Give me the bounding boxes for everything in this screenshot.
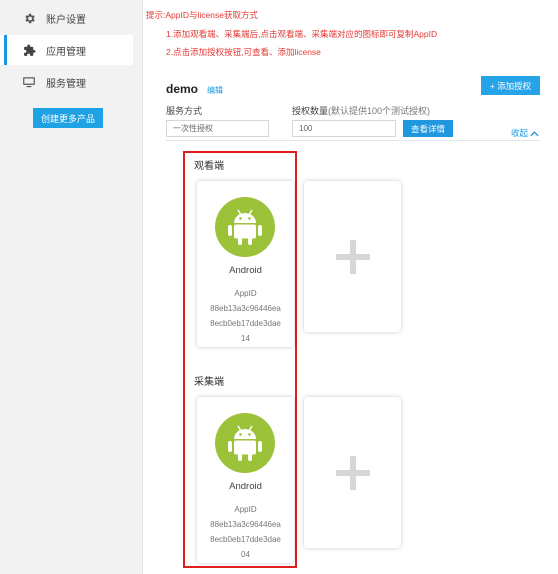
sidebar: 账户设置 应用管理 服务管理 创建更多产品 bbox=[0, 0, 143, 574]
collapse-label: 收起 bbox=[511, 128, 529, 138]
platform-label: Android bbox=[229, 481, 262, 492]
add-capture-card[interactable] bbox=[304, 397, 401, 548]
gear-icon bbox=[22, 11, 36, 25]
plus-icon bbox=[335, 239, 370, 274]
project-title: demo bbox=[166, 82, 199, 96]
view-details-button[interactable]: 查看详情 bbox=[403, 120, 453, 137]
android-icon[interactable] bbox=[215, 197, 275, 257]
tip-line-1: 1.添加观看端、采集端后,点击观看端、采集端对应的图标即可复制AppID bbox=[166, 29, 438, 39]
appid-line: 8ecb0eb17dde3dae bbox=[210, 319, 281, 328]
auth-count-label: 授权数量(默认提供100个测试授权) bbox=[292, 104, 430, 117]
android-icon[interactable] bbox=[215, 413, 275, 473]
auth-count-label-text: 授权数量 bbox=[292, 106, 329, 116]
sidebar-item-account-settings[interactable]: 账户设置 bbox=[0, 3, 133, 33]
add-viewer-card[interactable] bbox=[304, 181, 401, 332]
sidebar-item-app-management[interactable]: 应用管理 bbox=[0, 35, 133, 65]
android-viewer-card[interactable]: Android AppID 88eb13a3c96446ea 8ecb0eb17… bbox=[197, 181, 294, 347]
sidebar-item-label: 账户设置 bbox=[46, 14, 86, 26]
platform-label: Android bbox=[229, 265, 262, 276]
tip-line-2: 2.点击添加授权按钮,可查看、添加license bbox=[166, 47, 321, 57]
sidebar-item-label: 服务管理 bbox=[46, 78, 86, 90]
monitor-icon bbox=[22, 75, 36, 89]
plus-icon bbox=[335, 455, 370, 490]
chevron-up-icon bbox=[530, 130, 539, 136]
sidebar-item-label: 应用管理 bbox=[46, 46, 86, 58]
appid-block: AppID 88eb13a3c96446ea 8ecb0eb17dde3dae … bbox=[197, 286, 294, 346]
tip-title: 提示:AppID与license获取方式 bbox=[146, 10, 258, 20]
section-title-capture: 采集端 bbox=[194, 377, 224, 388]
create-more-products-button[interactable]: 创建更多产品 bbox=[33, 108, 103, 128]
service-mode-field[interactable]: 一次性授权 bbox=[166, 120, 269, 137]
service-mode-label: 服务方式 bbox=[166, 106, 203, 116]
appid-line: 14 bbox=[241, 334, 250, 343]
section-title-viewer: 观看端 bbox=[194, 161, 224, 172]
edit-link[interactable]: 编辑 bbox=[207, 85, 223, 96]
puzzle-icon bbox=[22, 43, 36, 57]
appid-line: 8ecb0eb17dde3dae bbox=[210, 535, 281, 544]
collapse-toggle[interactable]: 收起 bbox=[511, 127, 539, 139]
divider bbox=[165, 140, 540, 141]
appid-line: 04 bbox=[241, 550, 250, 559]
appid-line: 88eb13a3c96446ea bbox=[210, 304, 281, 313]
service-mode-value: 一次性授权 bbox=[173, 124, 213, 133]
appid-block: AppID 88eb13a3c96446ea 8ecb0eb17dde3dae … bbox=[197, 502, 294, 562]
auth-count-value: 100 bbox=[299, 124, 313, 133]
sidebar-item-service-management[interactable]: 服务管理 bbox=[0, 67, 133, 97]
appid-line: 88eb13a3c96446ea bbox=[210, 520, 281, 529]
appid-label: AppID bbox=[234, 289, 257, 298]
auth-count-field[interactable]: 100 bbox=[292, 120, 396, 137]
appid-label: AppID bbox=[234, 505, 257, 514]
auth-count-note: (默认提供100个测试授权) bbox=[328, 106, 431, 116]
add-authorization-button[interactable]: + 添加授权 bbox=[481, 76, 540, 95]
android-capture-card[interactable]: Android AppID 88eb13a3c96446ea 8ecb0eb17… bbox=[197, 397, 294, 563]
